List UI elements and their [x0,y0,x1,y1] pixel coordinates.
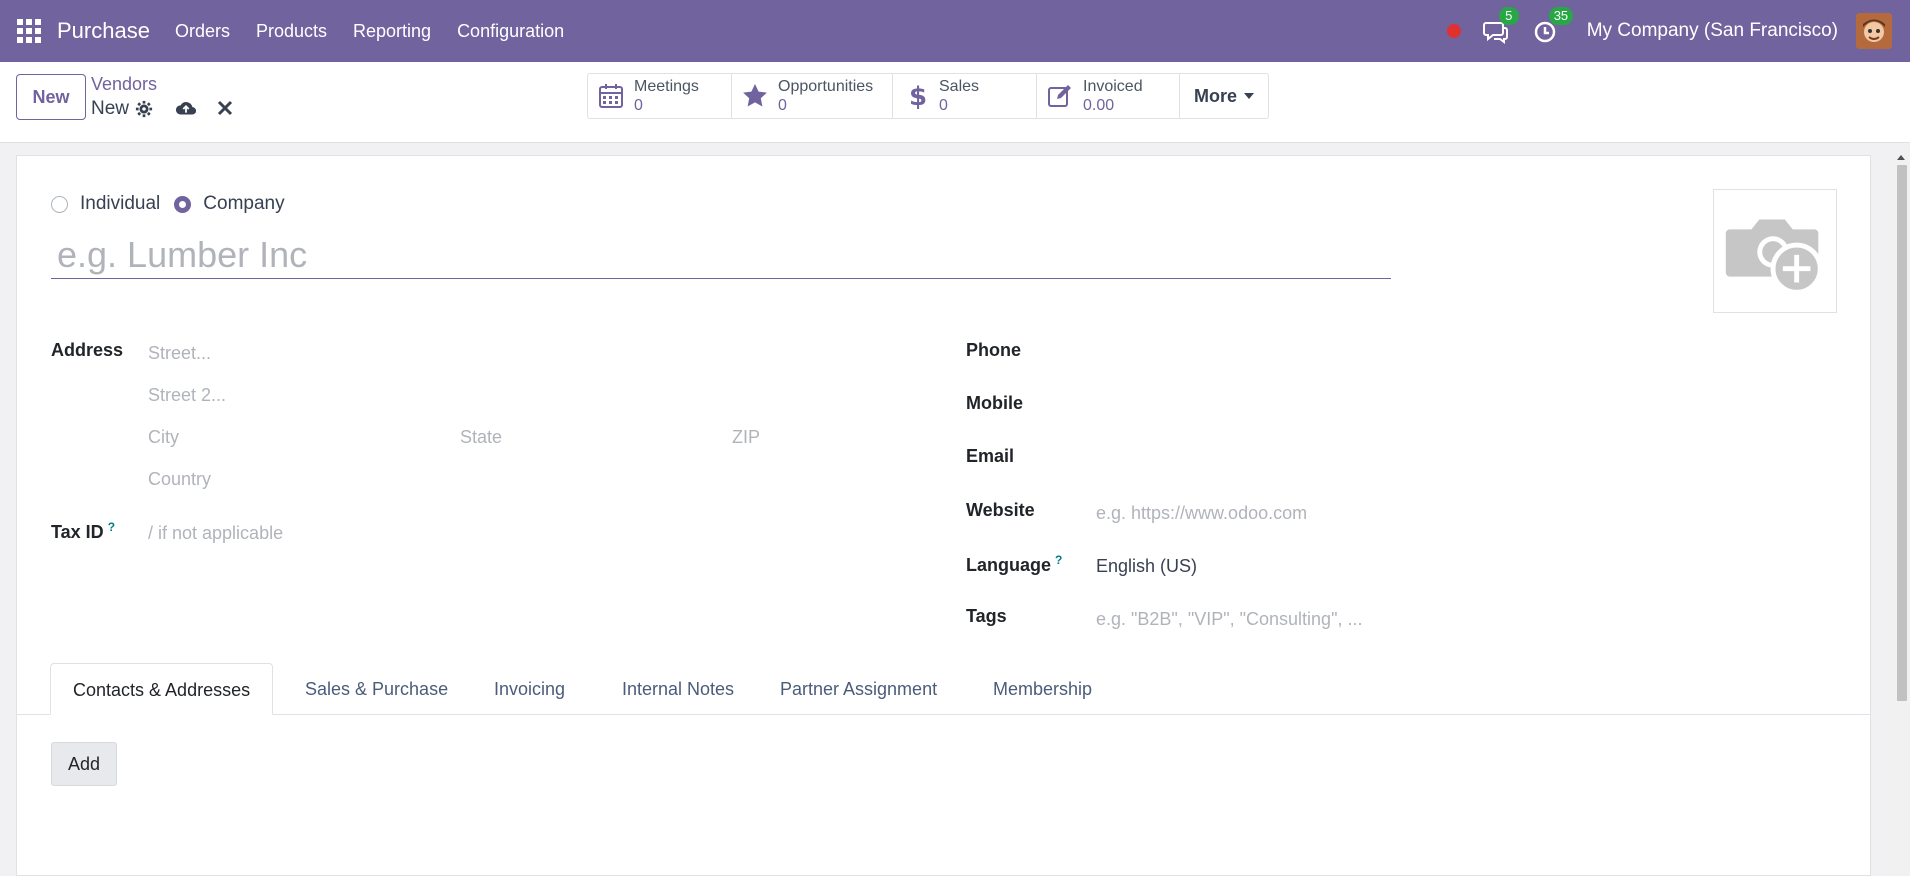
menu-reporting[interactable]: Reporting [340,21,444,42]
dollar-icon: $ [909,83,927,109]
tab-sales-purchase[interactable]: Sales & Purchase [283,663,470,715]
caret-down-icon [1244,93,1255,99]
radio-individual-label[interactable]: Individual [80,193,160,215]
messages-count-badge: 5 [1498,7,1519,25]
email-label: Email [966,446,1015,466]
street2-field[interactable]: Street 2... [148,385,226,406]
invoiced-label: Invoiced [1083,78,1143,95]
smart-buttons: Meetings 0 Opportunities 0 $ Sales 0 Inv… [587,73,1270,119]
activities-count-badge: 35 [1548,7,1574,25]
website-label: Website [966,500,1035,520]
vendor-image-upload[interactable] [1713,189,1837,313]
language-label: Language? [966,553,1062,576]
language-help-icon[interactable]: ? [1055,553,1062,567]
company-type-radio: Individual Company [51,193,299,215]
breadcrumb-vendors[interactable]: Vendors [91,74,157,95]
city-field[interactable]: City [148,427,179,448]
save-cloud-icon[interactable] [175,98,197,120]
state-field[interactable]: State [460,427,502,448]
breadcrumb-current: New [91,98,153,120]
sales-smart-button[interactable]: $ Sales 0 [893,74,1037,118]
breadcrumb-current-label: New [91,98,130,119]
page-scrollbar[interactable] [1893,155,1910,876]
tab-membership[interactable]: Membership [971,663,1114,715]
menu-products[interactable]: Products [243,21,340,42]
add-contact-button[interactable]: Add [51,742,117,786]
opportunities-smart-button[interactable]: Opportunities 0 [732,74,893,118]
country-field[interactable]: Country [148,469,211,490]
discard-close-icon[interactable] [216,99,234,117]
tax-id-label-text: Tax ID [51,522,104,542]
tax-id-help-icon[interactable]: ? [108,520,115,534]
activities-button[interactable]: 35 [1533,7,1574,45]
recording-indicator-icon[interactable] [1446,24,1461,38]
camera-plus-icon [1725,219,1823,295]
opportunities-count: 0 [778,97,787,114]
vendor-form-sheet: Individual Company Address Street... Str… [16,155,1871,876]
app-menu-grid-icon[interactable] [17,19,41,43]
invoiced-smart-button[interactable]: Invoiced 0.00 [1037,74,1180,118]
tab-contacts-addresses[interactable]: Contacts & Addresses [50,663,274,715]
messages-button[interactable]: 5 [1482,7,1519,45]
new-button[interactable]: New [16,74,86,120]
phone-label: Phone [966,340,1022,360]
language-label-text: Language [966,555,1052,575]
radio-company[interactable] [174,195,192,213]
top-navbar: Purchase Orders Products Reporting Confi… [0,0,1910,62]
zip-field[interactable]: ZIP [732,427,760,448]
radio-individual[interactable] [51,195,68,213]
tax-id-field[interactable]: / if not applicable [148,523,283,544]
sales-label: Sales [939,78,980,95]
navbar-systray: 5 35 My Company (San Francisco) [1446,0,1910,62]
scroll-up-arrow-icon[interactable] [1897,155,1905,160]
app-brand[interactable]: Purchase [57,18,150,44]
meetings-smart-button[interactable]: Meetings 0 [588,74,732,118]
tax-id-label: Tax ID? [51,520,115,543]
address-label: Address [51,340,124,360]
language-select[interactable]: English (US) [1096,556,1197,577]
tab-internal-notes[interactable]: Internal Notes [600,663,756,715]
tags-label: Tags [966,606,1007,626]
star-icon [743,84,767,107]
more-smart-buttons[interactable]: More [1180,74,1268,118]
tags-field[interactable]: e.g. "B2B", "VIP", "Consulting", ... [1096,609,1362,630]
calendar-icon [599,84,623,108]
tab-invoicing[interactable]: Invoicing [472,663,587,715]
svg-text:$: $ [909,83,927,109]
radio-company-label[interactable]: Company [203,193,284,215]
more-label: More [1194,85,1238,106]
opportunities-label: Opportunities [778,78,874,95]
user-avatar[interactable] [1856,13,1892,49]
menu-orders[interactable]: Orders [162,21,243,42]
form-notebook-tabs: Contacts & Addresses Sales & Purchase In… [17,663,1870,715]
gear-icon[interactable] [135,100,153,118]
invoiced-amount: 0.00 [1083,97,1115,114]
edit-icon [1048,85,1071,107]
menu-configuration[interactable]: Configuration [444,21,577,42]
tab-partner-assignment[interactable]: Partner Assignment [758,663,959,715]
company-switcher[interactable]: My Company (San Francisco) [1587,20,1838,42]
scrollbar-thumb[interactable] [1897,165,1907,701]
vendor-name-input[interactable] [51,231,1391,279]
meetings-count: 0 [634,97,643,114]
meetings-label: Meetings [634,78,699,95]
control-panel: New Vendors New Meetings 0 Opportunities… [0,62,1910,143]
mobile-label: Mobile [966,393,1023,413]
website-field[interactable]: e.g. https://www.odoo.com [1096,503,1307,524]
street-field[interactable]: Street... [148,343,211,364]
sales-count: 0 [939,97,948,114]
